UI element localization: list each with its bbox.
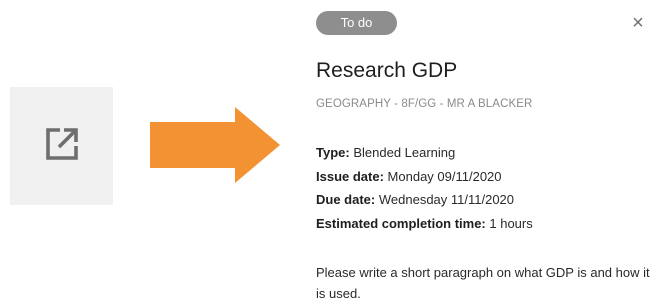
detail-label: Issue date: xyxy=(316,168,384,184)
open-link-button[interactable] xyxy=(10,87,113,205)
status-badge: To do xyxy=(316,11,397,35)
detail-value: 1 hours xyxy=(489,215,533,231)
task-description: Please write a short paragraph on what G… xyxy=(316,265,650,301)
detail-row-estimated-time: Estimated completion time: 1 hours xyxy=(316,212,533,236)
task-subtitle: GEOGRAPHY - 8F/GG - MR A BLACKER xyxy=(316,98,533,110)
screenshot-canvas: To do × Research GDP GEOGRAPHY - 8F/GG -… xyxy=(0,0,655,302)
detail-label: Type: xyxy=(316,145,350,160)
detail-row-type: Type: Blended Learning xyxy=(316,141,533,165)
detail-label: Estimated completion time: xyxy=(316,215,486,231)
task-title: Research GDP xyxy=(316,59,458,82)
detail-row-due-date: Due date: Wednesday 11/11/2020 xyxy=(316,188,533,212)
close-icon[interactable]: × xyxy=(629,13,647,33)
detail-row-issue-date: Issue date: Monday 09/11/2020 xyxy=(316,165,533,189)
task-details: Type: Blended Learning Issue date: Monda… xyxy=(316,141,533,235)
arrow-right-icon xyxy=(150,107,280,183)
task-detail-panel: To do × Research GDP GEOGRAPHY - 8F/GG -… xyxy=(316,0,655,302)
detail-value: Monday 09/11/2020 xyxy=(387,168,502,184)
detail-label: Due date: xyxy=(316,192,376,207)
open-in-new-icon xyxy=(46,128,78,160)
detail-value: Blended Learning xyxy=(353,145,456,160)
detail-value: Wednesday 11/11/2020 xyxy=(378,192,515,207)
